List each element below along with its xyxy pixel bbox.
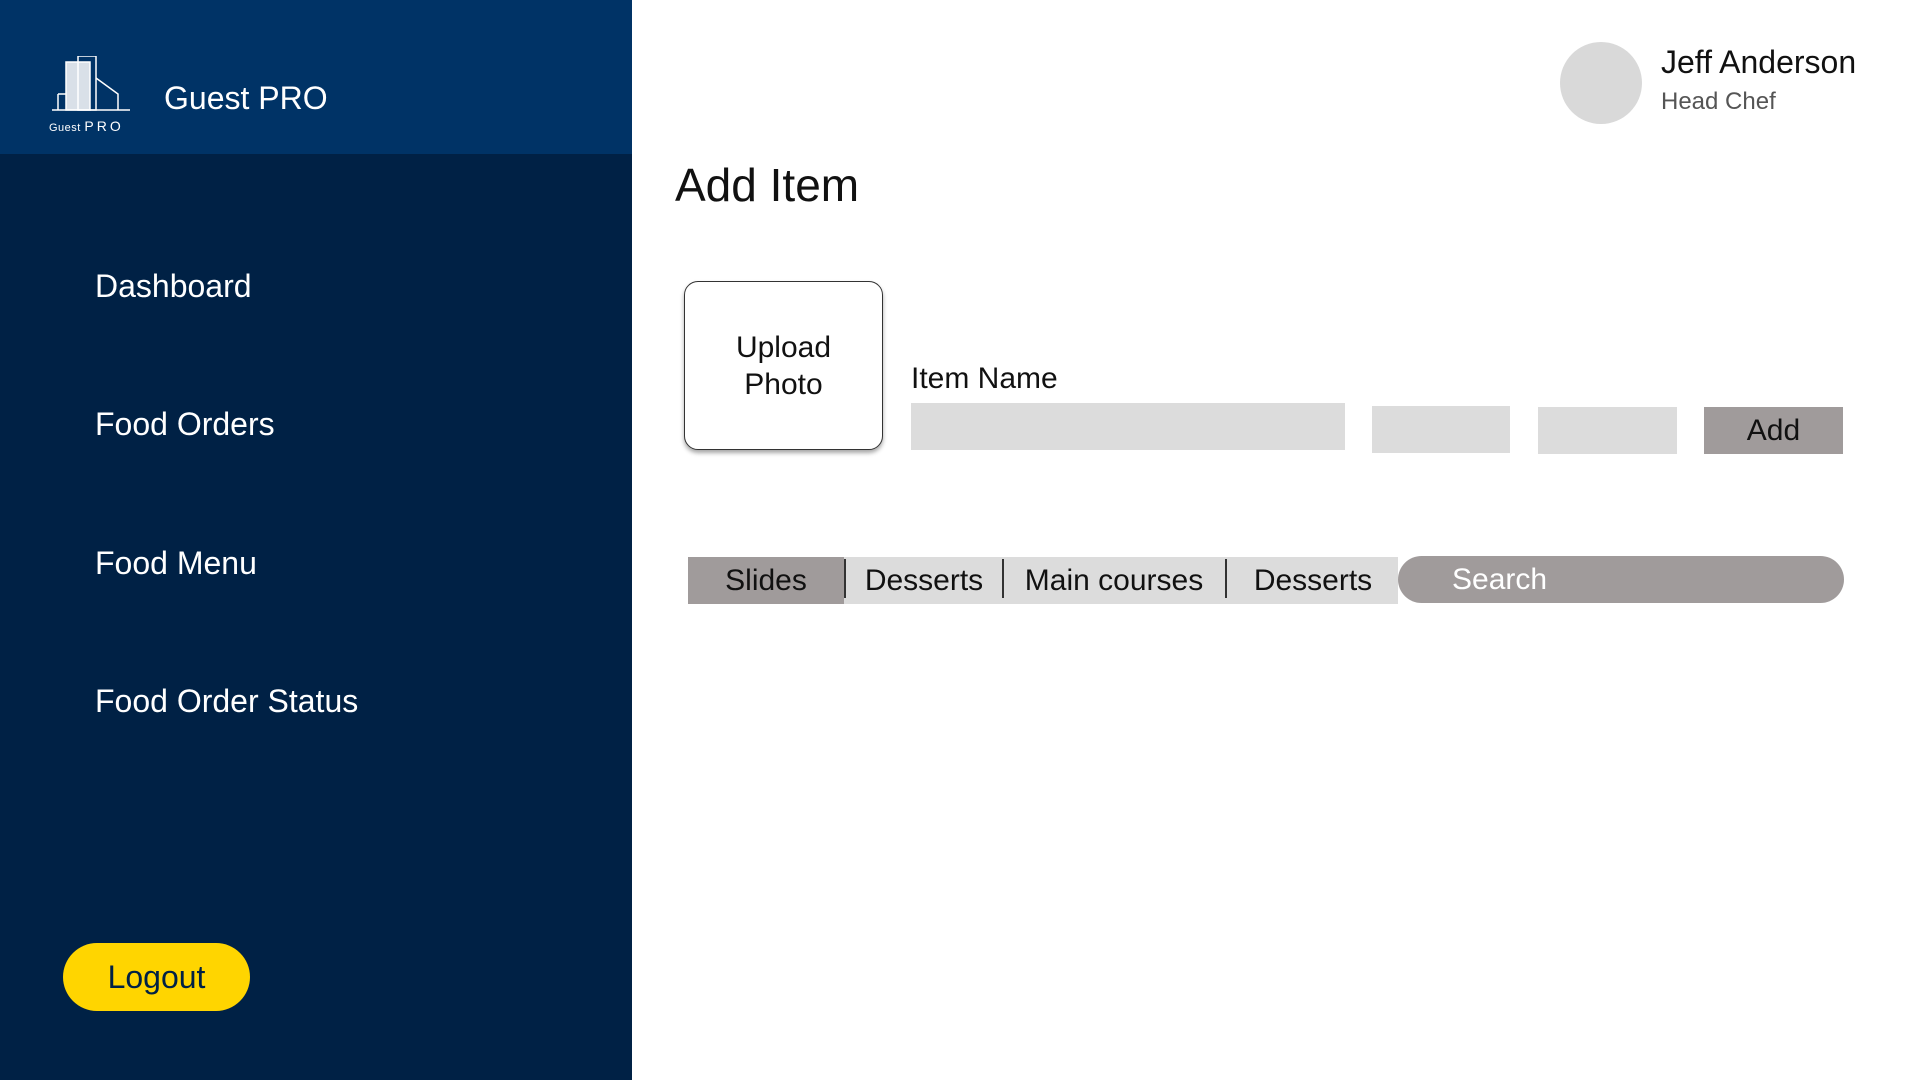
user-name: Jeff Anderson [1661,44,1857,80]
item-name-label: Item Name [911,362,1058,395]
tab-desserts[interactable]: Desserts [846,557,1002,604]
search-input[interactable] [1398,556,1844,603]
buildings-logo-icon [52,55,130,111]
brand-header: Guest PRO Guest PRO [0,0,632,154]
sidebar: Guest PRO Guest PRO Dashboard Food Order… [0,0,632,1080]
tab-main-courses[interactable]: Main courses [1003,557,1225,604]
item-name-field[interactable] [911,403,1345,450]
sidebar-item-dashboard[interactable]: Dashboard [95,268,252,305]
upload-photo-button[interactable]: Upload Photo [684,281,883,450]
tab-desserts-2[interactable]: Desserts [1227,557,1399,604]
sidebar-item-food-order-status[interactable]: Food Order Status [95,683,358,720]
avatar[interactable] [1560,42,1642,124]
item-field-2[interactable] [1372,406,1510,453]
app-title: Guest PRO [164,80,328,116]
item-field-3[interactable] [1538,407,1677,454]
logo-text: Guest PRO [49,118,124,134]
logout-button[interactable]: Logout [63,943,250,1011]
guest-pro-logo: Guest PRO [46,55,132,134]
page-title: Add Item [675,159,860,211]
user-role: Head Chef [1661,88,1776,115]
tab-slides[interactable]: Slides [688,557,844,604]
sidebar-item-food-menu[interactable]: Food Menu [95,545,257,582]
sidebar-item-food-orders[interactable]: Food Orders [95,406,275,443]
add-button[interactable]: Add [1704,407,1843,454]
